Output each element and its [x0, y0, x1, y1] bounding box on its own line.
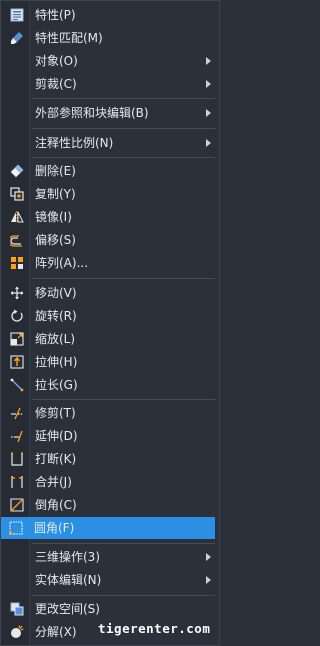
menu-item-break[interactable]: 打断(K) [2, 448, 215, 470]
menu-item-label: 移动(V) [35, 286, 77, 300]
menu-item-properties[interactable]: 特性(P) [2, 4, 215, 26]
menu-item-erase[interactable]: 删除(E) [2, 160, 215, 182]
properties-icon [10, 8, 24, 22]
menu-item-label: 特性匹配(M) [35, 31, 103, 45]
menu-item-label: 外部参照和块编辑(B) [35, 106, 149, 120]
menu-item-label: 缩放(L) [35, 332, 76, 346]
separator [32, 595, 215, 596]
menu-item-label: 特性(P) [35, 8, 76, 22]
menu-item-offset[interactable]: 偏移(S) [2, 229, 215, 251]
menu-item-lengthen[interactable]: 拉长(G) [2, 374, 215, 396]
join-icon [11, 476, 23, 488]
menu-item-annotative-scale[interactable]: 注释性比例(N) [2, 132, 215, 154]
break-icon [11, 452, 23, 466]
menu-item-object[interactable]: 对象(O) [2, 50, 215, 72]
menu-item-label: 镜像(I) [35, 210, 72, 224]
watermark: tigerenter.com [98, 621, 211, 636]
menu-item-chamfer[interactable]: 倒角(C) [2, 494, 215, 516]
menu-item-label: 打断(K) [35, 452, 77, 466]
fillet-icon [9, 521, 23, 535]
offset-icon [10, 235, 22, 247]
menu-item-label: 实体编辑(N) [35, 573, 102, 587]
menu-item-label: 拉伸(H) [35, 355, 78, 369]
menu-item-label: 修剪(T) [35, 406, 76, 420]
menu-item-fillet[interactable]: 圆角(F) [1, 517, 215, 539]
menu-item-join[interactable]: 合并(J) [2, 471, 215, 493]
separator [32, 157, 215, 158]
menu-item-label: 倒角(C) [35, 498, 77, 512]
menu-item-copy[interactable]: 复制(Y) [2, 183, 215, 205]
menu-item-label: 合并(J) [35, 475, 72, 489]
menu-item-change-space[interactable]: 更改空间(S) [2, 598, 215, 620]
menu-item-label: 阵列(A)... [35, 256, 89, 270]
submenu-arrow-icon [206, 109, 211, 117]
menu-item-scale[interactable]: 缩放(L) [2, 328, 215, 350]
menu-item-clip[interactable]: 剪裁(C) [2, 73, 215, 95]
submenu-arrow-icon [206, 57, 211, 65]
context-menu: 特性(P) 特性匹配(M) 对象(O) 剪裁(C) 外部参照和块编辑(B) 注释… [0, 0, 220, 646]
menu-item-label: 延伸(D) [35, 429, 78, 443]
menu-item-label: 旋转(R) [35, 309, 77, 323]
submenu-arrow-icon [206, 80, 211, 88]
menu-item-label: 拉长(G) [35, 378, 78, 392]
menu-item-trim[interactable]: 修剪(T) [2, 402, 215, 424]
menu-item-label: 注释性比例(N) [35, 136, 114, 150]
separator [32, 128, 215, 129]
menu-item-label: 删除(E) [35, 164, 76, 178]
menu-item-3d-operations[interactable]: 三维操作(3) [2, 546, 215, 568]
menu-item-label: 三维操作(3) [35, 550, 100, 564]
move-icon [10, 286, 24, 300]
match-properties-brush-icon [11, 32, 23, 44]
menu-item-xref-block-edit[interactable]: 外部参照和块编辑(B) [2, 102, 215, 124]
menu-item-solid-editing[interactable]: 实体编辑(N) [2, 569, 215, 591]
array-icon [11, 257, 23, 269]
eraser-icon [10, 164, 24, 178]
rotate-icon [11, 309, 23, 322]
separator [32, 543, 215, 544]
scale-icon [10, 332, 24, 346]
menu-item-label: 分解(X) [35, 625, 77, 639]
mirror-icon [11, 211, 24, 223]
menu-item-rotate[interactable]: 旋转(R) [2, 305, 215, 327]
menu-item-match-properties[interactable]: 特性匹配(M) [2, 27, 215, 49]
separator [32, 278, 215, 279]
explode-icon [11, 625, 24, 638]
chamfer-icon [10, 498, 24, 512]
menu-item-mirror[interactable]: 镜像(I) [2, 206, 215, 228]
trim-icon [11, 407, 23, 420]
separator [32, 98, 215, 99]
menu-item-label: 剪裁(C) [35, 77, 77, 91]
menu-item-label: 复制(Y) [35, 187, 76, 201]
change-space-icon [10, 602, 24, 616]
menu-item-stretch[interactable]: 拉伸(H) [2, 351, 215, 373]
menu-item-extend[interactable]: 延伸(D) [2, 425, 215, 447]
menu-item-label: 更改空间(S) [35, 602, 100, 616]
extend-icon [11, 430, 23, 443]
separator [32, 399, 215, 400]
submenu-arrow-icon [206, 576, 211, 584]
submenu-arrow-icon [206, 139, 211, 147]
copy-icon [10, 187, 24, 201]
menu-item-label: 圆角(F) [34, 521, 75, 535]
stretch-icon [10, 355, 24, 369]
menu-item-label: 对象(O) [35, 54, 78, 68]
menu-item-label: 偏移(S) [35, 233, 76, 247]
lengthen-icon [10, 378, 24, 392]
submenu-arrow-icon [206, 553, 211, 561]
menu-item-move[interactable]: 移动(V) [2, 282, 215, 304]
menu-item-array[interactable]: 阵列(A)... [2, 252, 215, 274]
